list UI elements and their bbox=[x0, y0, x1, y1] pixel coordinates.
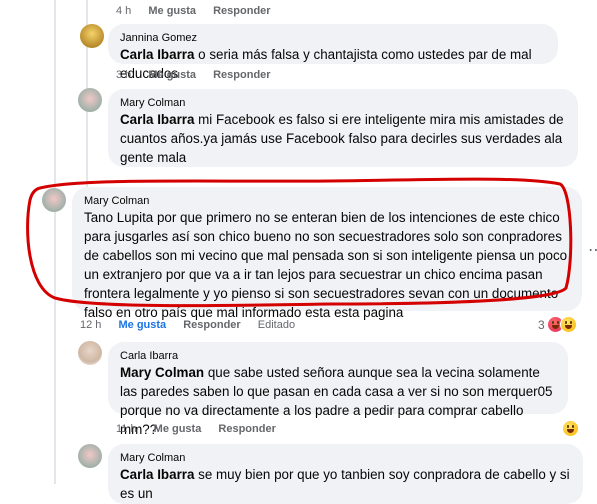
comment-bubble: Mary Colman Carla Ibarra se muy bien por… bbox=[108, 444, 583, 504]
comment-meta: 11 h Me gusta Responder bbox=[116, 422, 290, 436]
comment-time: 12 h bbox=[80, 319, 102, 331]
more-options-icon[interactable]: ⋯ bbox=[588, 240, 597, 260]
avatar[interactable] bbox=[80, 24, 104, 48]
reaction-summary[interactable] bbox=[562, 420, 579, 437]
reply-button[interactable]: Responder bbox=[213, 5, 270, 17]
haha-reaction-icon bbox=[559, 316, 577, 333]
comment-author[interactable]: Jannina Gomez bbox=[120, 31, 546, 45]
thread-line bbox=[54, 0, 56, 484]
comment-time: 11 h bbox=[116, 423, 137, 435]
comment-author[interactable]: Mary Colman bbox=[84, 194, 570, 208]
like-button[interactable]: Me gusta bbox=[148, 69, 196, 81]
comment-bubble: Carla Ibarra Mary Colman que sabe usted … bbox=[108, 342, 568, 437]
comment-author[interactable]: Mary Colman bbox=[120, 96, 566, 110]
comment-meta: 3 h Me gusta Responder bbox=[116, 68, 285, 82]
comment-author[interactable]: Carla Ibarra bbox=[120, 349, 556, 363]
comment-meta: 12 h Me gusta Responder Editado bbox=[80, 318, 309, 332]
comment-bubble: Jannina Gomez Carla Ibarra o seria más f… bbox=[108, 24, 558, 81]
edited-label: Editado bbox=[257, 319, 296, 331]
comment-text: Carla Ibarra mi Facebook es falso si ere… bbox=[120, 110, 566, 167]
comment-bubble: Mary Colman Carla Ibarra mi Facebook es … bbox=[108, 89, 578, 167]
like-button[interactable]: Me gusta bbox=[148, 5, 196, 17]
like-button[interactable]: Me gusta bbox=[154, 423, 202, 435]
comment-text: Tano Lupita por que primero no se entera… bbox=[84, 208, 570, 322]
comment-time: 4 h bbox=[116, 5, 132, 17]
comment-time: 3 h bbox=[116, 69, 132, 81]
comment-bubble: Mary Colman Tano Lupita por que primero … bbox=[72, 187, 582, 320]
reply-button[interactable]: Responder bbox=[218, 423, 275, 435]
mention-link[interactable]: Carla Ibarra bbox=[120, 47, 194, 62]
avatar[interactable] bbox=[78, 341, 102, 365]
reaction-count: 3 bbox=[538, 317, 545, 332]
comment-meta: 4 h Me gusta Responder bbox=[116, 4, 285, 18]
mention-link[interactable]: Carla Ibarra bbox=[120, 467, 194, 482]
comment-author[interactable]: Mary Colman bbox=[120, 451, 571, 465]
mention-link[interactable]: Mary Colman bbox=[120, 365, 204, 380]
reaction-summary[interactable]: 3 bbox=[538, 316, 577, 333]
mention-link[interactable]: Carla Ibarra bbox=[120, 112, 194, 127]
avatar[interactable] bbox=[42, 188, 66, 212]
comment-body: Tano Lupita por que primero no se entera… bbox=[84, 210, 568, 320]
reply-button[interactable]: Responder bbox=[213, 69, 270, 81]
reply-button[interactable]: Responder bbox=[183, 319, 240, 331]
avatar[interactable] bbox=[78, 88, 102, 112]
haha-reaction-icon bbox=[562, 420, 579, 437]
comment-text: Carla Ibarra se muy bien por que yo tanb… bbox=[120, 465, 571, 503]
like-button[interactable]: Me gusta bbox=[118, 319, 166, 331]
avatar[interactable] bbox=[78, 444, 102, 468]
